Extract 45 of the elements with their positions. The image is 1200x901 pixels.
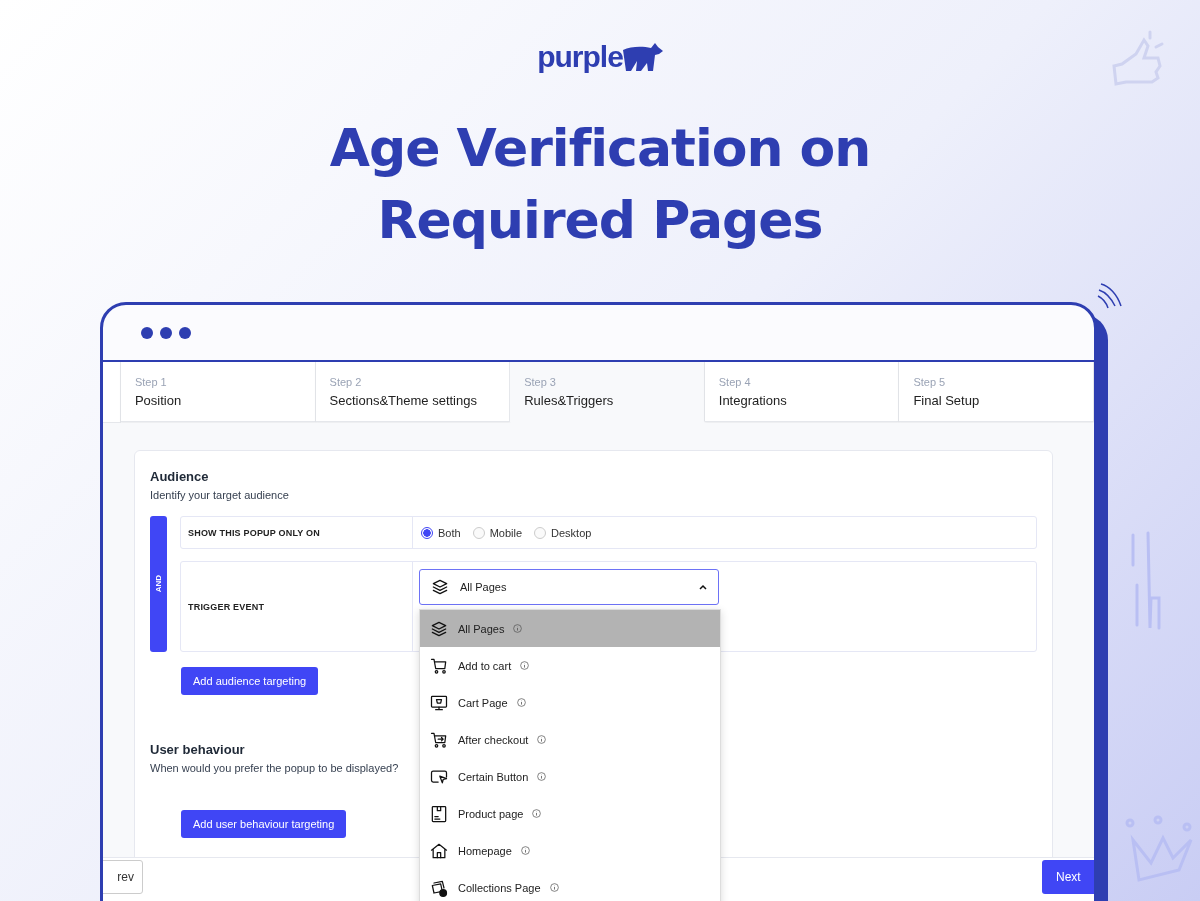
chevron-icon <box>698 582 708 592</box>
dropdown-option[interactable]: All Pages <box>420 610 720 647</box>
radio-option[interactable]: Both <box>421 526 461 539</box>
info-icon <box>516 698 526 707</box>
step-tab[interactable]: Step 1 Position <box>120 362 316 422</box>
section-subtitle: When would you prefer the popup to be displayed? <box>150 762 400 774</box>
step-tab[interactable]: Step 4 Integrations <box>704 362 900 422</box>
add-audience-button[interactable]: Add audience targeting <box>181 667 319 695</box>
step-tab[interactable]: Step 2 Sections&Theme settings <box>315 362 511 422</box>
dropdown-option[interactable]: Certain Button <box>420 758 720 795</box>
window-dot <box>141 326 153 339</box>
info-icon <box>537 735 547 744</box>
section-subtitle: Identify your target audience <box>150 489 290 501</box>
window-dot <box>160 326 172 339</box>
info-icon <box>520 846 530 855</box>
info-icon <box>520 661 530 670</box>
info-icon <box>537 772 547 781</box>
dropdown-option[interactable]: After checkout <box>420 721 720 758</box>
radio-option[interactable]: Mobile <box>472 526 523 539</box>
dropdown-option[interactable]: Product page <box>420 795 720 832</box>
section-title: Audience <box>150 469 210 484</box>
next-button[interactable]: Next <box>1042 860 1094 894</box>
step-tab[interactable]: Step 5 Final Setup <box>899 362 1094 422</box>
layers-icon <box>430 577 450 597</box>
dropdown-option[interactable]: Add to cart <box>420 647 720 684</box>
dropdown-option[interactable]: Cart Page <box>420 684 720 721</box>
and-connector: AND <box>150 516 167 652</box>
headline: Required Pages <box>377 189 823 252</box>
window-dot <box>179 326 191 339</box>
section-title: User behaviour <box>150 742 246 757</box>
dropdown-option[interactable]: Collections Page <box>420 869 720 901</box>
prev-button[interactable]: rev <box>103 860 143 894</box>
dropdown-option[interactable]: Homepage <box>420 832 720 869</box>
info-icon <box>513 624 523 633</box>
row-label: TRIGGER EVENT <box>181 562 413 651</box>
radio-option[interactable]: Desktop <box>534 526 592 539</box>
info-icon <box>532 809 542 818</box>
info-icon <box>549 883 559 892</box>
headline: Age Verification on <box>329 117 871 180</box>
logo-text: purple <box>537 40 623 74</box>
add-behaviour-button[interactable]: Add user behaviour targeting <box>181 810 347 838</box>
product-box-icon <box>429 803 449 824</box>
trigger-select[interactable]: All Pages <box>419 569 719 605</box>
bear-logo-icon <box>622 42 663 72</box>
row-label: SHOW THIS POPUP ONLY ON <box>181 517 413 548</box>
